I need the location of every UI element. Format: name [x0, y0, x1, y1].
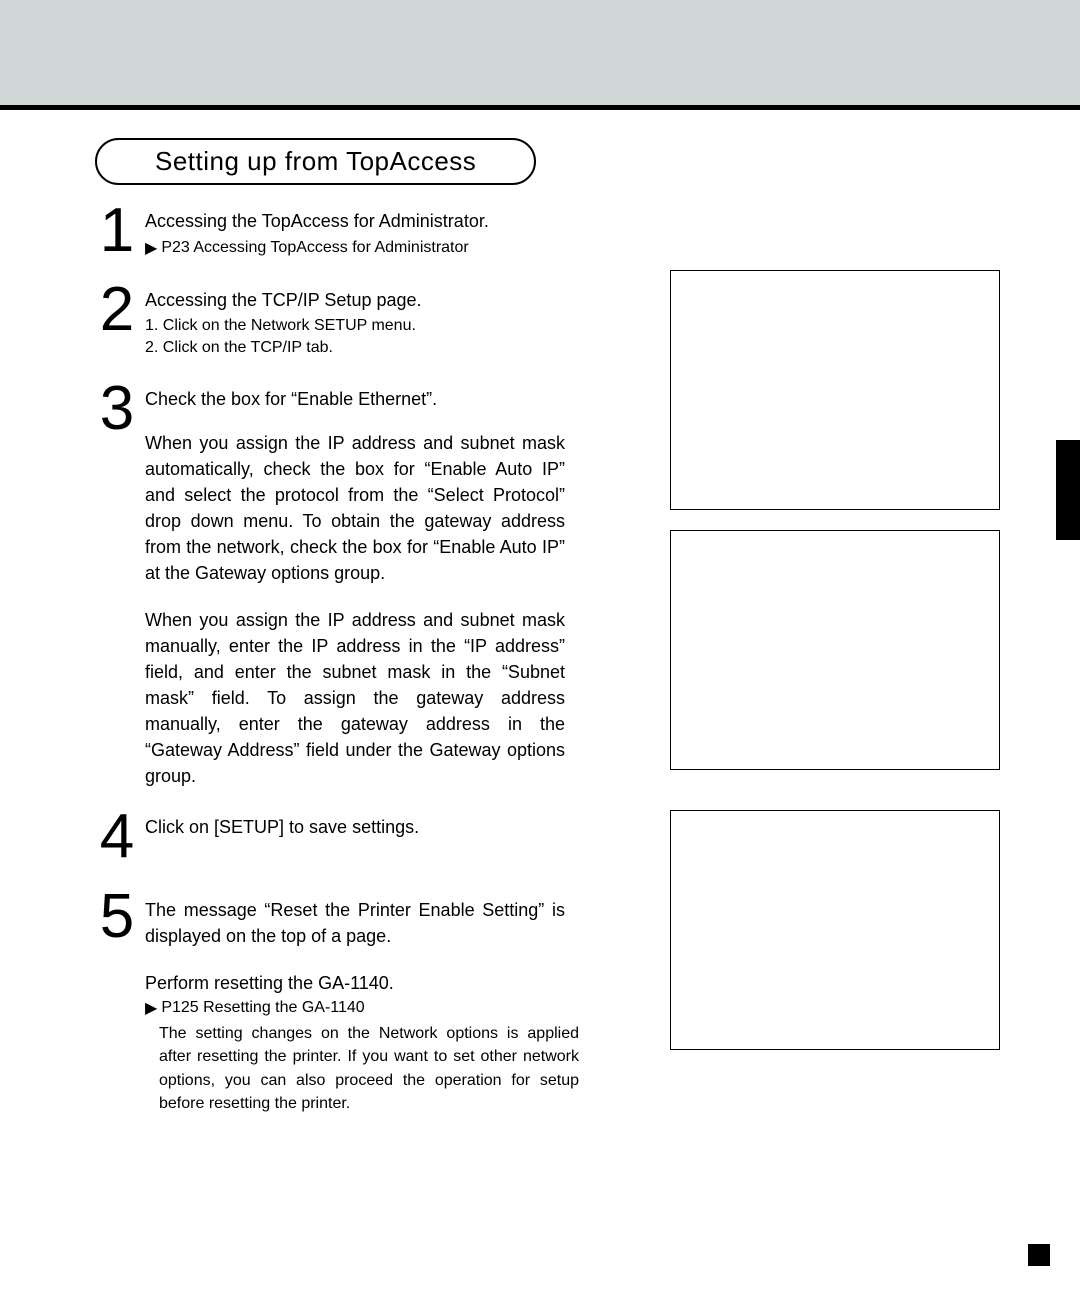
paragraph: When you assign the IP address and subne… — [145, 607, 565, 790]
step-1: 1 Accessing the TopAccess for Administra… — [95, 209, 1000, 262]
corner-marker — [1028, 1244, 1050, 1266]
step-heading: Accessing the TopAccess for Administrato… — [145, 211, 1000, 232]
step-heading: The message “Reset the Printer Enable Se… — [145, 897, 565, 949]
note-text: The setting changes on the Network optio… — [159, 1022, 579, 1115]
section-title: Setting up from TopAccess — [95, 138, 536, 185]
figure-placeholder — [670, 810, 1000, 1050]
step-number: 5 — [95, 889, 139, 945]
figure-placeholder — [670, 530, 1000, 770]
ref-text: P125 Resetting the GA-1140 — [161, 999, 364, 1017]
ref-text: P23 Accessing TopAccess for Administrato… — [161, 239, 468, 257]
section-title-wrap: Setting up from TopAccess — [95, 138, 1000, 185]
header-band — [0, 0, 1080, 110]
step-number: 3 — [95, 381, 139, 437]
paragraph: When you assign the IP address and subne… — [145, 430, 565, 587]
step-number: 1 — [95, 203, 139, 259]
step-number: 4 — [95, 809, 139, 865]
figure-placeholder — [670, 270, 1000, 510]
page-tab-marker — [1056, 440, 1080, 540]
arrow-right-icon: ▶ — [145, 238, 157, 258]
step-number: 2 — [95, 282, 139, 338]
cross-reference: ▶ P23 Accessing TopAccess for Administra… — [145, 238, 1000, 258]
arrow-right-icon: ▶ — [145, 998, 157, 1018]
